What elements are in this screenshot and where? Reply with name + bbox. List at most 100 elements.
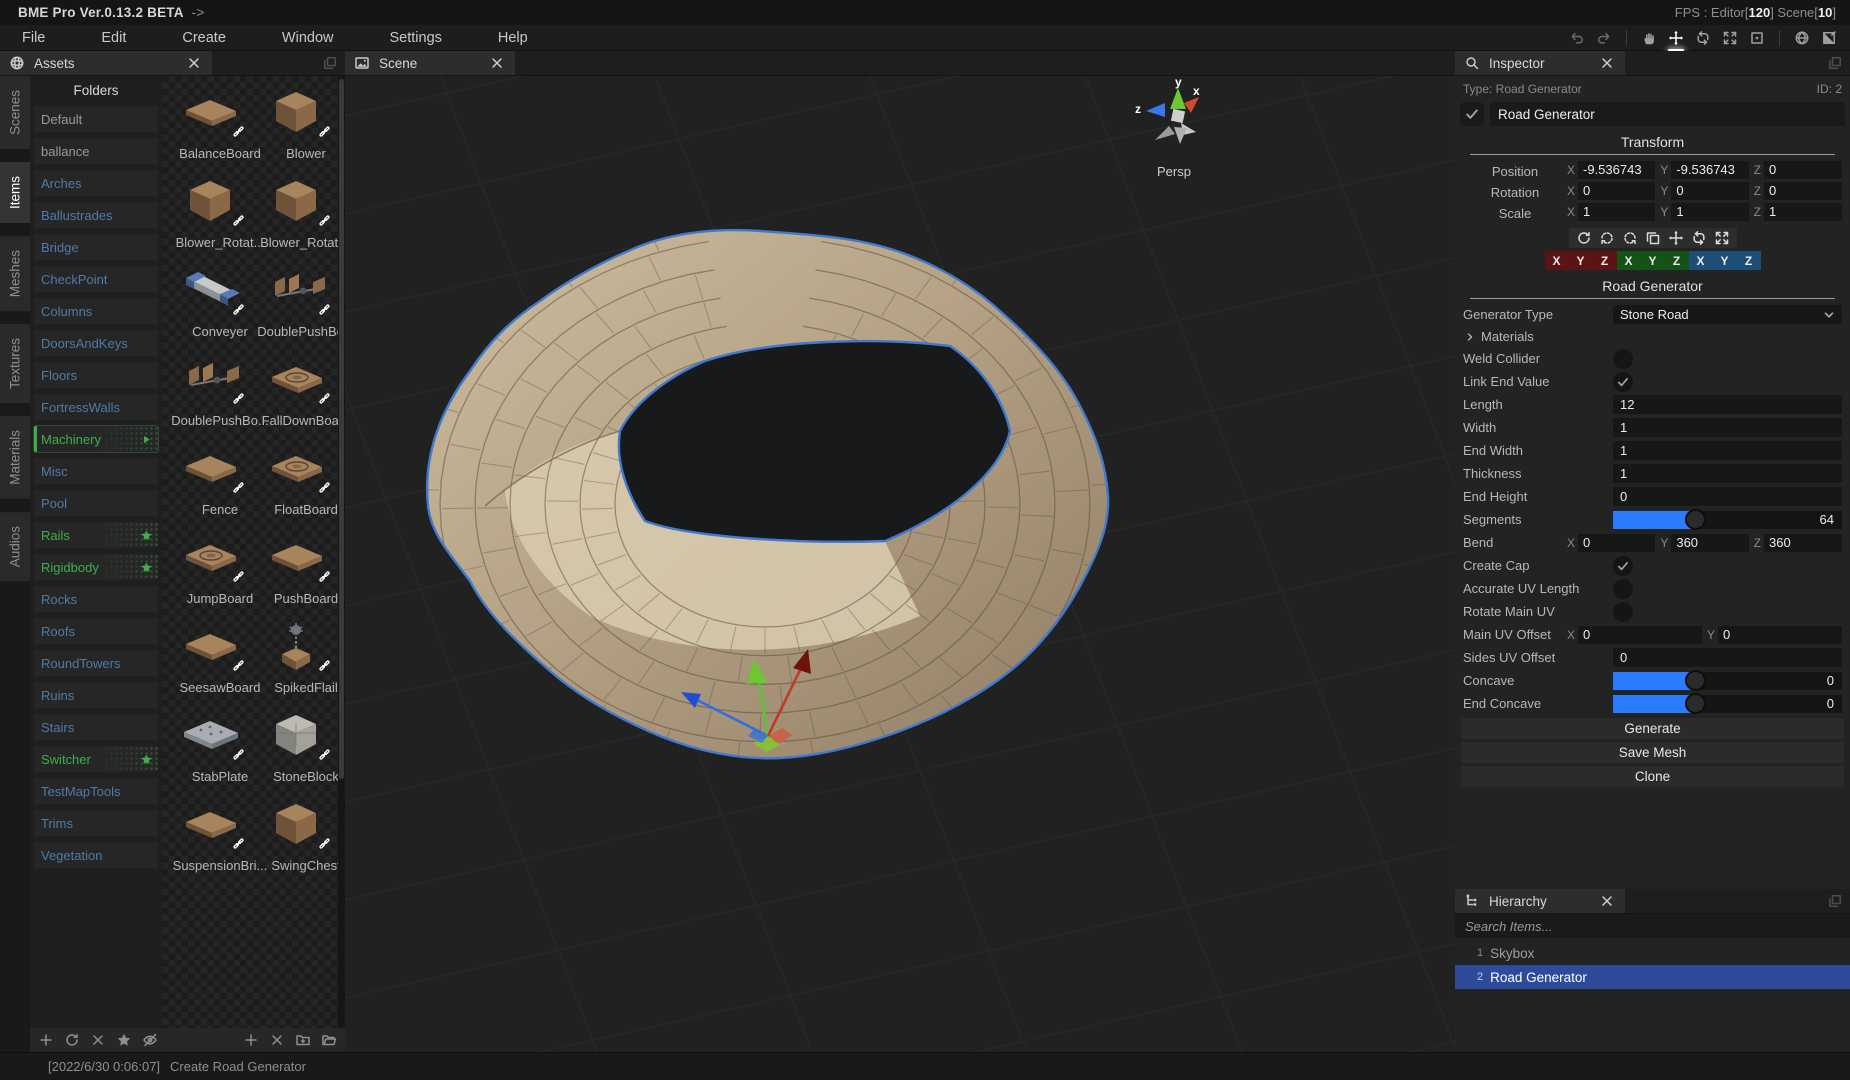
maximize-icon[interactable]	[1826, 892, 1844, 910]
category-tab-meshes[interactable]: Meshes	[0, 236, 30, 311]
folder-item-testmaptools[interactable]: TestMapTools	[34, 778, 158, 804]
folder-item-floors[interactable]: Floors	[34, 362, 158, 388]
asset-tile[interactable]: JumpBoard	[168, 531, 252, 606]
asset-tile[interactable]: FloatBoard	[254, 442, 338, 517]
hierarchy-item-road-generator[interactable]: 2Road Generator	[1455, 965, 1850, 989]
close-icon[interactable]	[1599, 892, 1615, 910]
axis-red-y-button[interactable]: Y	[1569, 251, 1593, 270]
folder-item-misc[interactable]: Misc	[34, 458, 158, 484]
width-field[interactable]: 1	[1613, 418, 1842, 437]
folder-item-rails[interactable]: Rails	[34, 522, 158, 548]
asset-tile[interactable]: PushBoard	[254, 531, 338, 606]
scale-x-field[interactable]: 1	[1578, 203, 1655, 221]
folder-item-switcher[interactable]: Switcher	[34, 746, 158, 772]
category-tab-scenes[interactable]: Scenes	[0, 76, 30, 149]
rotation-z-field[interactable]: 0	[1764, 182, 1842, 200]
materials-foldout[interactable]: Materials	[1460, 326, 1845, 347]
segments-slider[interactable]: 64	[1613, 511, 1842, 529]
folder-item-checkpoint[interactable]: CheckPoint	[34, 266, 158, 292]
weld-collider-toggle[interactable]	[1613, 349, 1633, 369]
object-name-input[interactable]	[1490, 102, 1845, 126]
create-cap-toggle[interactable]	[1613, 556, 1633, 576]
slider-knob[interactable]	[1685, 509, 1706, 530]
folder-add-icon[interactable]	[295, 1032, 311, 1048]
hand-icon[interactable]	[1640, 29, 1658, 47]
folder-item-stairs[interactable]: Stairs	[34, 714, 158, 740]
folder-item-vegetation[interactable]: Vegetation	[34, 842, 158, 868]
scale-z-field[interactable]: 1	[1764, 203, 1842, 221]
axis-green-x-button[interactable]: X	[1617, 251, 1641, 270]
asset-tile[interactable]: StoneBlock	[254, 709, 338, 784]
main-uv-offset-x-field[interactable]: 0	[1578, 626, 1702, 644]
folder-item-ruins[interactable]: Ruins	[34, 682, 158, 708]
copy-icon[interactable]	[1645, 230, 1661, 246]
menu-window[interactable]: Window	[276, 28, 340, 48]
asset-tile[interactable]: Fence	[168, 442, 252, 517]
axis-red-z-button[interactable]: Z	[1593, 251, 1617, 270]
end-width-field[interactable]: 1	[1613, 441, 1842, 460]
category-tab-materials[interactable]: Materials	[0, 416, 30, 499]
accurate-uv-length-toggle[interactable]	[1613, 579, 1633, 599]
position-x-field[interactable]: -9.536743	[1578, 161, 1655, 179]
folder-item-arches[interactable]: Arches	[34, 170, 158, 196]
axis-blue-z-button[interactable]: Z	[1737, 251, 1761, 270]
sync-icon[interactable]	[1576, 230, 1592, 246]
rect-select-icon[interactable]	[1748, 29, 1766, 47]
close-icon[interactable]	[269, 1032, 285, 1048]
maximize-icon[interactable]	[1826, 54, 1844, 72]
pivot-icon[interactable]	[1820, 29, 1838, 47]
link-end-value-toggle[interactable]	[1613, 372, 1633, 392]
bend-x-field[interactable]: 0	[1578, 534, 1655, 552]
folder-open-icon[interactable]	[321, 1032, 337, 1048]
position-y-field[interactable]: -9.536743	[1671, 161, 1748, 179]
asset-tile[interactable]: BalanceBoard	[168, 86, 252, 161]
asset-tile[interactable]: Conveyer	[168, 264, 252, 339]
concave-slider[interactable]: 0	[1613, 672, 1842, 690]
tab-hierarchy[interactable]: Hierarchy	[1455, 889, 1625, 913]
close-icon[interactable]	[186, 54, 202, 72]
end-height-field[interactable]: 0	[1613, 487, 1842, 506]
asset-tile[interactable]: SpikedFlail	[254, 620, 338, 695]
generator-type-select[interactable]: Stone Road	[1613, 305, 1842, 324]
folder-item-pool[interactable]: Pool	[34, 490, 158, 516]
main-uv-offset-y-field[interactable]: 0	[1718, 626, 1842, 644]
end-concave-slider[interactable]: 0	[1613, 695, 1842, 713]
move-icon[interactable]	[1667, 29, 1685, 47]
folder-item-roofs[interactable]: Roofs	[34, 618, 158, 644]
asset-tile[interactable]: DoublePushBo...	[168, 353, 252, 428]
rotation-y-field[interactable]: 0	[1671, 182, 1748, 200]
position-z-field[interactable]: 0	[1764, 161, 1842, 179]
folder-item-doorsandkeys[interactable]: DoorsAndKeys	[34, 330, 158, 356]
bend-z-field[interactable]: 360	[1764, 534, 1842, 552]
asset-tile[interactable]: SuspensionBri...	[168, 798, 252, 873]
object-enabled-checkbox[interactable]	[1460, 102, 1484, 126]
menu-edit[interactable]: Edit	[95, 28, 132, 48]
axis-red-x-button[interactable]: X	[1545, 251, 1569, 270]
sides-uv-offset-field[interactable]: 0	[1613, 648, 1842, 667]
rotate-icon[interactable]	[1691, 230, 1707, 246]
slider-knob[interactable]	[1685, 693, 1706, 714]
scale-icon[interactable]	[1721, 29, 1739, 47]
rotate-cw-icon[interactable]	[1622, 230, 1638, 246]
scene-viewport[interactable]: y x z Persp	[345, 76, 1455, 1052]
folder-item-columns[interactable]: Columns	[34, 298, 158, 324]
folder-item-ballustrades[interactable]: Ballustrades	[34, 202, 158, 228]
folder-item-rocks[interactable]: Rocks	[34, 586, 158, 612]
scale-y-field[interactable]: 1	[1671, 203, 1748, 221]
close-icon[interactable]	[90, 1032, 106, 1048]
asset-tile[interactable]: StabPlate	[168, 709, 252, 784]
asset-tile[interactable]: Blower_Rotati...	[254, 175, 338, 250]
hierarchy-search-input[interactable]	[1455, 914, 1850, 938]
clone-button[interactable]: Clone	[1461, 766, 1844, 787]
hierarchy-item-skybox[interactable]: 1Skybox	[1455, 941, 1850, 965]
folder-item-bridge[interactable]: Bridge	[34, 234, 158, 260]
rotation-x-field[interactable]: 0	[1578, 182, 1655, 200]
rotate-ccw-icon[interactable]	[1599, 230, 1615, 246]
plus-icon[interactable]	[38, 1032, 54, 1048]
folder-item-roundtowers[interactable]: RoundTowers	[34, 650, 158, 676]
menu-file[interactable]: File	[16, 28, 51, 48]
folder-item-ballance[interactable]: ballance	[34, 138, 158, 164]
axis-green-z-button[interactable]: Z	[1665, 251, 1689, 270]
asset-tile[interactable]: Blower	[254, 86, 338, 161]
tab-inspector[interactable]: Inspector	[1455, 51, 1625, 75]
